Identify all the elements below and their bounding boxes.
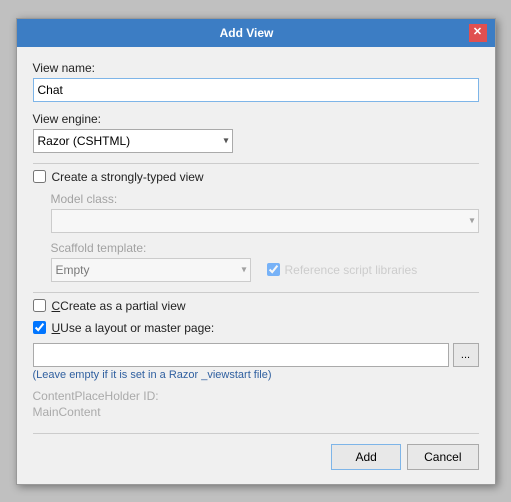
content-placeholder-value: MainContent [33, 405, 479, 419]
strongly-typed-checkbox[interactable] [33, 170, 46, 183]
divider-1 [33, 163, 479, 164]
partial-view-checkbox[interactable] [33, 299, 46, 312]
ref-script-row: Reference script libraries [267, 263, 418, 277]
scaffold-row: Empty Create Delete Details Edit List ▾ … [51, 258, 479, 282]
chevron-down-icon: ▾ [469, 215, 474, 226]
add-button[interactable]: Add [331, 444, 401, 470]
cancel-button[interactable]: Cancel [407, 444, 478, 470]
content-placeholder-label: ContentPlaceHolder ID: [33, 389, 479, 403]
use-layout-checkbox[interactable] [33, 321, 46, 334]
add-view-dialog: Add View ✕ View name: View engine: Razor… [16, 18, 496, 485]
chevron-down-icon: ▾ [241, 264, 246, 275]
close-button[interactable]: ✕ [469, 24, 487, 42]
layout-path-row: ... [33, 343, 479, 367]
model-class-group: Model class: ▾ Scaffold template: Empty … [33, 192, 479, 282]
view-engine-select[interactable]: Razor (CSHTML) ASPX [33, 129, 233, 153]
model-class-select [51, 209, 479, 233]
reference-script-label: Reference script libraries [285, 263, 418, 277]
partial-view-row: CCreate as a partial view [33, 299, 479, 313]
strongly-typed-label: Create a strongly-typed view [52, 170, 204, 184]
divider-2 [33, 292, 479, 293]
strongly-typed-row: Create a strongly-typed view [33, 170, 479, 184]
dialog-body: View name: View engine: Razor (CSHTML) A… [17, 47, 495, 484]
use-layout-row: UUse a layout or master page: [33, 321, 479, 335]
reference-script-checkbox [267, 263, 280, 276]
dialog-title: Add View [25, 26, 469, 40]
hint-text: (Leave empty if it is set in a Razor _vi… [33, 369, 479, 381]
title-bar: Add View ✕ [17, 19, 495, 47]
model-class-select-wrapper: ▾ [51, 209, 479, 233]
scaffold-template-group: Scaffold template: Empty Create Delete D… [51, 241, 479, 282]
view-engine-select-wrapper: Razor (CSHTML) ASPX ▾ [33, 129, 233, 153]
view-engine-group: View engine: Razor (CSHTML) ASPX ▾ [33, 112, 479, 153]
scaffold-template-label: Scaffold template: [51, 241, 479, 255]
browse-button[interactable]: ... [453, 343, 479, 367]
layout-path-input[interactable] [33, 343, 449, 367]
view-name-label: View name: [33, 61, 479, 75]
button-row: Add Cancel [33, 433, 479, 470]
model-class-label: Model class: [51, 192, 479, 206]
scaffold-select-wrapper: Empty Create Delete Details Edit List ▾ [51, 258, 251, 282]
view-engine-label: View engine: [33, 112, 479, 126]
partial-view-label: CCreate as a partial view [52, 299, 186, 313]
scaffold-template-select: Empty Create Delete Details Edit List [51, 258, 251, 282]
view-name-input[interactable] [33, 78, 479, 102]
view-name-group: View name: [33, 61, 479, 102]
use-layout-label: UUse a layout or master page: [52, 321, 215, 335]
